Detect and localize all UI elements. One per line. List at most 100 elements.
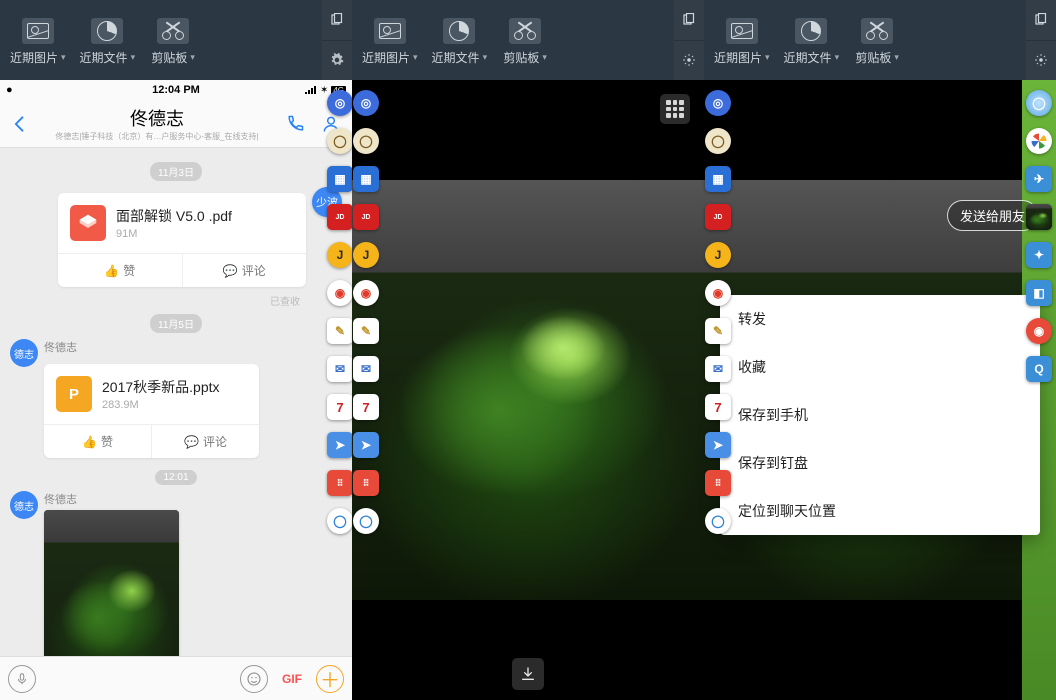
dock-app-notes[interactable]: ✎ — [327, 318, 353, 344]
topbar-recent-pics[interactable]: 近期图片▾ — [362, 15, 418, 66]
dock-app-notes[interactable]: ✎ — [705, 318, 731, 344]
dock-app-calendar[interactable]: 7 — [705, 394, 731, 420]
like-button[interactable]: 👍赞 — [44, 425, 151, 458]
comment-button[interactable]: 💬评论 — [182, 254, 307, 287]
label: 近期图片 — [362, 49, 410, 66]
topbar-clipboard[interactable]: 剪贴板▾ — [149, 15, 197, 66]
thumb-icon: 👍 — [104, 264, 119, 278]
pin-icon — [1034, 13, 1048, 27]
comment-button[interactable]: 💬评论 — [151, 425, 259, 458]
avatar[interactable]: 德志 — [10, 339, 38, 367]
settings-button[interactable] — [322, 40, 352, 81]
topbar-recent-pics[interactable]: 近期图片▾ — [10, 15, 66, 66]
topbar-recent-files[interactable]: 近期文件▾ — [80, 15, 136, 66]
scissors-icon — [157, 18, 189, 44]
dock-app-stamp[interactable]: ✉ — [353, 356, 379, 382]
ctx-save-phone[interactable]: 保存到手机 — [720, 391, 1040, 439]
dock-app-calendar[interactable]: 7 — [353, 394, 379, 420]
dock-app-jd[interactable]: JD — [705, 204, 731, 230]
dock-app-1[interactable]: ◎ — [327, 90, 353, 116]
dock-app-search[interactable]: ◯ — [705, 128, 731, 154]
dock-app-c[interactable]: ✈ — [1026, 166, 1052, 192]
topbar-clipboard[interactable]: 剪贴板▾ — [501, 15, 549, 66]
date-separator: 11月5日 — [150, 314, 202, 333]
dock-app-browser[interactable]: ◯ — [353, 508, 379, 534]
scissors-icon — [861, 18, 893, 44]
gif-button[interactable]: GIF — [278, 665, 306, 693]
picture-icon — [22, 18, 54, 44]
dock-app-send[interactable]: ➤ — [353, 432, 379, 458]
dock-app-search[interactable]: ◯ — [353, 128, 379, 154]
dock-app-stamp[interactable]: ✉ — [705, 356, 731, 382]
dock-app-grid[interactable]: ⠿ — [705, 470, 731, 496]
picture-icon — [726, 18, 758, 44]
label: 近期图片 — [10, 49, 58, 66]
dock-thumb[interactable] — [1026, 204, 1052, 230]
download-button[interactable] — [512, 658, 544, 690]
dock-app-photos[interactable] — [1026, 128, 1052, 154]
chevron-down-icon: ▾ — [835, 52, 840, 63]
emoji-button[interactable] — [240, 665, 268, 693]
topbar-recent-files[interactable]: 近期文件▾ — [784, 15, 840, 66]
dock-app-send[interactable]: ➤ — [327, 432, 353, 458]
call-button[interactable] — [284, 113, 306, 135]
window-pin-button[interactable] — [674, 0, 704, 40]
avatar[interactable]: 德志 — [10, 491, 38, 519]
like-button[interactable]: 👍赞 — [58, 254, 182, 287]
image-message[interactable] — [44, 510, 179, 656]
message-list[interactable]: 11月3日 面部解锁 V5.0 .pdf 91M — [0, 148, 352, 656]
dock-app-weibo[interactable]: ◉ — [327, 280, 353, 306]
edge-dock-right: ◯ ✈ ✦ ◧ ◉ Q — [1025, 90, 1053, 382]
window-pin-button[interactable] — [1026, 0, 1056, 40]
ctx-favorite[interactable]: 收藏 — [720, 343, 1040, 391]
dock-app-e[interactable]: ◧ — [1026, 280, 1052, 306]
grid-view-button[interactable] — [660, 94, 690, 124]
dock-app-3[interactable]: ▦ — [353, 166, 379, 192]
file-message-card[interactable]: P 2017秋季新品.pptx 283.9M 👍赞 💬评论 — [44, 364, 259, 458]
dock-app-send[interactable]: ➤ — [705, 432, 731, 458]
voice-button[interactable] — [8, 665, 36, 693]
dock-app-3[interactable]: ▦ — [327, 166, 353, 192]
label: 近期文件 — [784, 49, 832, 66]
dock-app-browser[interactable]: ◯ — [705, 508, 731, 534]
dock-app-3[interactable]: ▦ — [705, 166, 731, 192]
window-pin-button[interactable] — [322, 0, 352, 40]
chevron-down-icon: ▾ — [190, 52, 195, 63]
dock-app-calendar[interactable]: 7 — [327, 394, 353, 420]
more-button[interactable]: ＋ — [316, 665, 344, 693]
topbar: 近期图片▾ 近期文件▾ 剪贴板▾ — [352, 0, 704, 80]
dock-app-a[interactable]: ◯ — [1026, 90, 1052, 116]
ctx-save-dingpan[interactable]: 保存到钉盘 — [720, 439, 1040, 487]
topbar-recent-pics[interactable]: 近期图片▾ — [714, 15, 770, 66]
back-button[interactable] — [10, 114, 30, 134]
dock-app-f[interactable]: ◉ — [1026, 318, 1052, 344]
dock-app-1[interactable]: ◎ — [705, 90, 731, 116]
dock-app-jd[interactable]: JD — [353, 204, 379, 230]
dock-app-g[interactable]: Q — [1026, 356, 1052, 382]
dock-app-j[interactable]: J — [353, 242, 379, 268]
dock-app-notes[interactable]: ✎ — [353, 318, 379, 344]
sender-name: 佟德志 — [44, 339, 342, 355]
dock-app-1[interactable]: ◎ — [353, 90, 379, 116]
ctx-locate-chat[interactable]: 定位到聊天位置 — [720, 487, 1040, 535]
dock-app-d[interactable]: ✦ — [1026, 242, 1052, 268]
ctx-forward[interactable]: 转发 — [720, 295, 1040, 343]
dock-app-grid[interactable]: ⠿ — [353, 470, 379, 496]
dock-app-search[interactable]: ◯ — [327, 128, 353, 154]
dock-app-weibo[interactable]: ◉ — [705, 280, 731, 306]
dock-app-weibo[interactable]: ◉ — [353, 280, 379, 306]
dock-app-jd[interactable]: JD — [327, 204, 353, 230]
settings-button[interactable] — [1026, 40, 1056, 81]
image-viewer[interactable] — [352, 80, 704, 700]
dock-app-grid[interactable]: ⠿ — [327, 470, 353, 496]
chat-subtitle: 佟德志|锤子科技（北京）有…户服务中心-客服_在线支持| — [30, 131, 284, 142]
file-message-card[interactable]: 面部解锁 V5.0 .pdf 91M 👍赞 💬评论 — [58, 193, 306, 287]
dock-app-stamp[interactable]: ✉ — [327, 356, 353, 382]
dock-app-browser[interactable]: ◯ — [327, 508, 353, 534]
settings-button[interactable] — [674, 40, 704, 81]
dock-app-j[interactable]: J — [705, 242, 731, 268]
chevron-down-icon: ▾ — [542, 52, 547, 63]
topbar-clipboard[interactable]: 剪贴板▾ — [853, 15, 901, 66]
topbar-recent-files[interactable]: 近期文件▾ — [432, 15, 488, 66]
dock-app-j[interactable]: J — [327, 242, 353, 268]
